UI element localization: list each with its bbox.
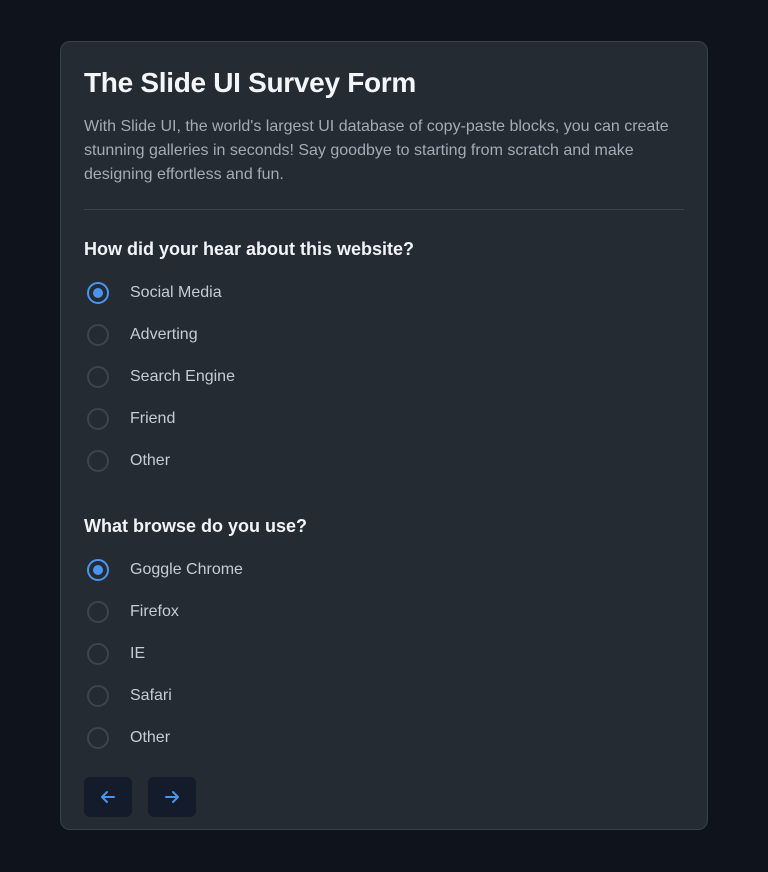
next-button[interactable] — [148, 777, 196, 817]
option-adverting[interactable]: Adverting — [84, 314, 684, 356]
arrow-right-icon — [165, 791, 179, 803]
radio-button[interactable] — [87, 366, 109, 388]
option-label: IE — [130, 645, 146, 662]
radio-button[interactable] — [87, 727, 109, 749]
option-label: Social Media — [130, 284, 222, 301]
divider — [84, 209, 684, 210]
radio-group-browser: Goggle Chrome Firefox IE Safari Other — [84, 549, 684, 759]
radio-button[interactable] — [87, 685, 109, 707]
option-social-media[interactable]: Social Media — [84, 272, 684, 314]
radio-button[interactable] — [87, 324, 109, 346]
option-ie[interactable]: IE — [84, 633, 684, 675]
question-heard-about: How did your hear about this website? — [84, 239, 415, 259]
radio-group-heard-about: Social Media Adverting Search Engine Fri… — [84, 272, 684, 482]
option-google-chrome[interactable]: Goggle Chrome — [84, 549, 684, 591]
option-safari[interactable]: Safari — [84, 675, 684, 717]
option-label: Other — [130, 452, 171, 469]
navigation-buttons — [84, 777, 684, 817]
radio-button[interactable] — [87, 643, 109, 665]
option-search-engine[interactable]: Search Engine — [84, 356, 684, 398]
radio-button[interactable] — [87, 450, 109, 472]
radio-button[interactable] — [87, 408, 109, 430]
option-other-browser[interactable]: Other — [84, 717, 684, 759]
option-label: Goggle Chrome — [130, 561, 243, 578]
radio-button[interactable] — [87, 559, 109, 581]
option-firefox[interactable]: Firefox — [84, 591, 684, 633]
option-label: Friend — [130, 410, 176, 427]
option-label: Adverting — [130, 326, 198, 343]
option-label: Other — [130, 729, 171, 746]
question-browser: What browse do you use? — [84, 516, 308, 536]
option-other[interactable]: Other — [84, 440, 684, 482]
option-label: Safari — [130, 687, 172, 704]
radio-button[interactable] — [87, 282, 109, 304]
option-label: Search Engine — [130, 368, 235, 385]
form-description: With Slide UI, the world's largest UI da… — [84, 118, 669, 183]
option-friend[interactable]: Friend — [84, 398, 684, 440]
previous-button[interactable] — [84, 777, 132, 817]
form-title: The Slide UI Survey Form — [84, 67, 416, 98]
survey-card: The Slide UI Survey Form With Slide UI, … — [60, 41, 708, 830]
arrow-left-icon — [101, 791, 115, 803]
radio-button[interactable] — [87, 601, 109, 623]
option-label: Firefox — [130, 603, 179, 620]
